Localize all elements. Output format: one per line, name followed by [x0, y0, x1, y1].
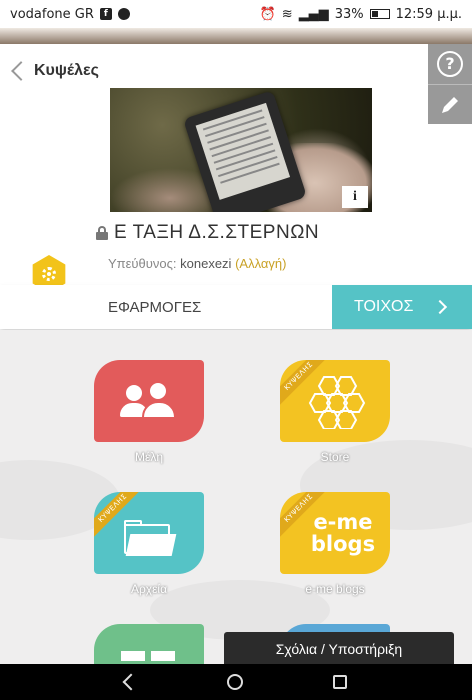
signal-icon: ▂▄▆: [298, 6, 329, 22]
carrier-label: vodafone GR: [10, 6, 94, 22]
support-button[interactable]: Σχόλια / Υποστήριξη: [224, 632, 454, 666]
clock: 12:59 μ.μ.: [395, 6, 462, 22]
users-icon: [120, 381, 178, 421]
battery-percent: 33%: [334, 6, 364, 22]
owner-name: konexezi: [180, 256, 232, 271]
blog-icon: e-me blogs: [310, 510, 376, 556]
android-nav-bar: [0, 664, 472, 700]
app-tile: ΚΥΨΕΛΗΣ: [280, 360, 390, 442]
app-tile: ΚΥΨΕΛΗΣ: [94, 492, 204, 574]
app-files[interactable]: ΚΥΨΕΛΗΣ Αρχεία: [94, 492, 204, 596]
back-button[interactable]: Κυψέλες: [11, 61, 99, 81]
app-partial-green[interactable]: [94, 624, 204, 664]
app-blogs[interactable]: ΚΥΨΕΛΗΣ e-me blogs e-me blogs: [280, 492, 390, 596]
chevron-right-icon: [433, 299, 448, 315]
app-tile: [94, 624, 204, 664]
facebook-icon: f: [99, 8, 112, 20]
folder-icon: [124, 520, 177, 556]
battery-icon: [369, 9, 390, 19]
hexagons-icon: [308, 376, 366, 429]
apps-grid: Μέλη ΚΥΨΕΛΗΣ Store ΚΥΨΕΛΗΣ Αρχεία ΚΥΨΕΛΗ…: [0, 330, 472, 664]
wifi-icon: ≋: [281, 6, 293, 22]
app-tile: [94, 360, 204, 442]
edit-button[interactable]: [428, 84, 472, 124]
pencil-icon: [442, 96, 458, 113]
owner-line: Υπεύθυνος: konexezi (Αλλαγή): [108, 256, 286, 271]
question-circle-icon: ?: [437, 51, 463, 77]
back-label: Κυψέλες: [34, 62, 99, 79]
tab-wall[interactable]: ΤΟΙΧΟΣ: [332, 285, 472, 329]
tab-wall-label: ΤΟΙΧΟΣ: [354, 298, 414, 315]
header-banner-strip: [0, 28, 472, 44]
tab-bar: ΕΦΑΡΜΟΓΕΣ ΤΟΙΧΟΣ: [0, 285, 472, 329]
app-members[interactable]: Μέλη: [94, 360, 204, 464]
owner-prefix: Υπεύθυνος:: [108, 256, 177, 271]
nav-recents-icon[interactable]: [333, 675, 347, 689]
class-cover-image: i: [110, 88, 372, 212]
app-label: Store: [320, 450, 350, 464]
help-button[interactable]: ?: [428, 44, 472, 84]
app-store[interactable]: ΚΥΨΕΛΗΣ Store: [280, 360, 390, 464]
status-bar: vodafone GR f ⏰ ≋ ▂▄▆ 33% 12:59 μ.μ.: [0, 0, 472, 28]
info-button[interactable]: i: [342, 186, 368, 208]
change-owner-link[interactable]: (Αλλαγή): [235, 256, 286, 271]
chevron-left-icon: [11, 61, 31, 81]
messenger-icon: [117, 8, 130, 20]
app-label: e-me blogs: [305, 582, 365, 596]
lock-icon: [96, 226, 108, 240]
nav-home-icon[interactable]: [227, 674, 243, 690]
gear-icon: [42, 267, 56, 281]
class-title-row: Ε ΤΑΞΗ Δ.Σ.ΣΤΕΡΝΩΝ: [96, 222, 319, 244]
app-label: Αρχεία: [130, 582, 168, 596]
page-title: Ε ΤΑΞΗ Δ.Σ.ΣΤΕΡΝΩΝ: [114, 222, 320, 243]
alarm-icon: ⏰: [259, 6, 276, 22]
tab-apps[interactable]: ΕΦΑΡΜΟΓΕΣ: [0, 285, 332, 329]
app-tile: ΚΥΨΕΛΗΣ e-me blogs: [280, 492, 390, 574]
nav-back-icon[interactable]: [122, 673, 140, 691]
grid-icon: [121, 651, 175, 661]
app-label: Μέλη: [134, 450, 164, 464]
